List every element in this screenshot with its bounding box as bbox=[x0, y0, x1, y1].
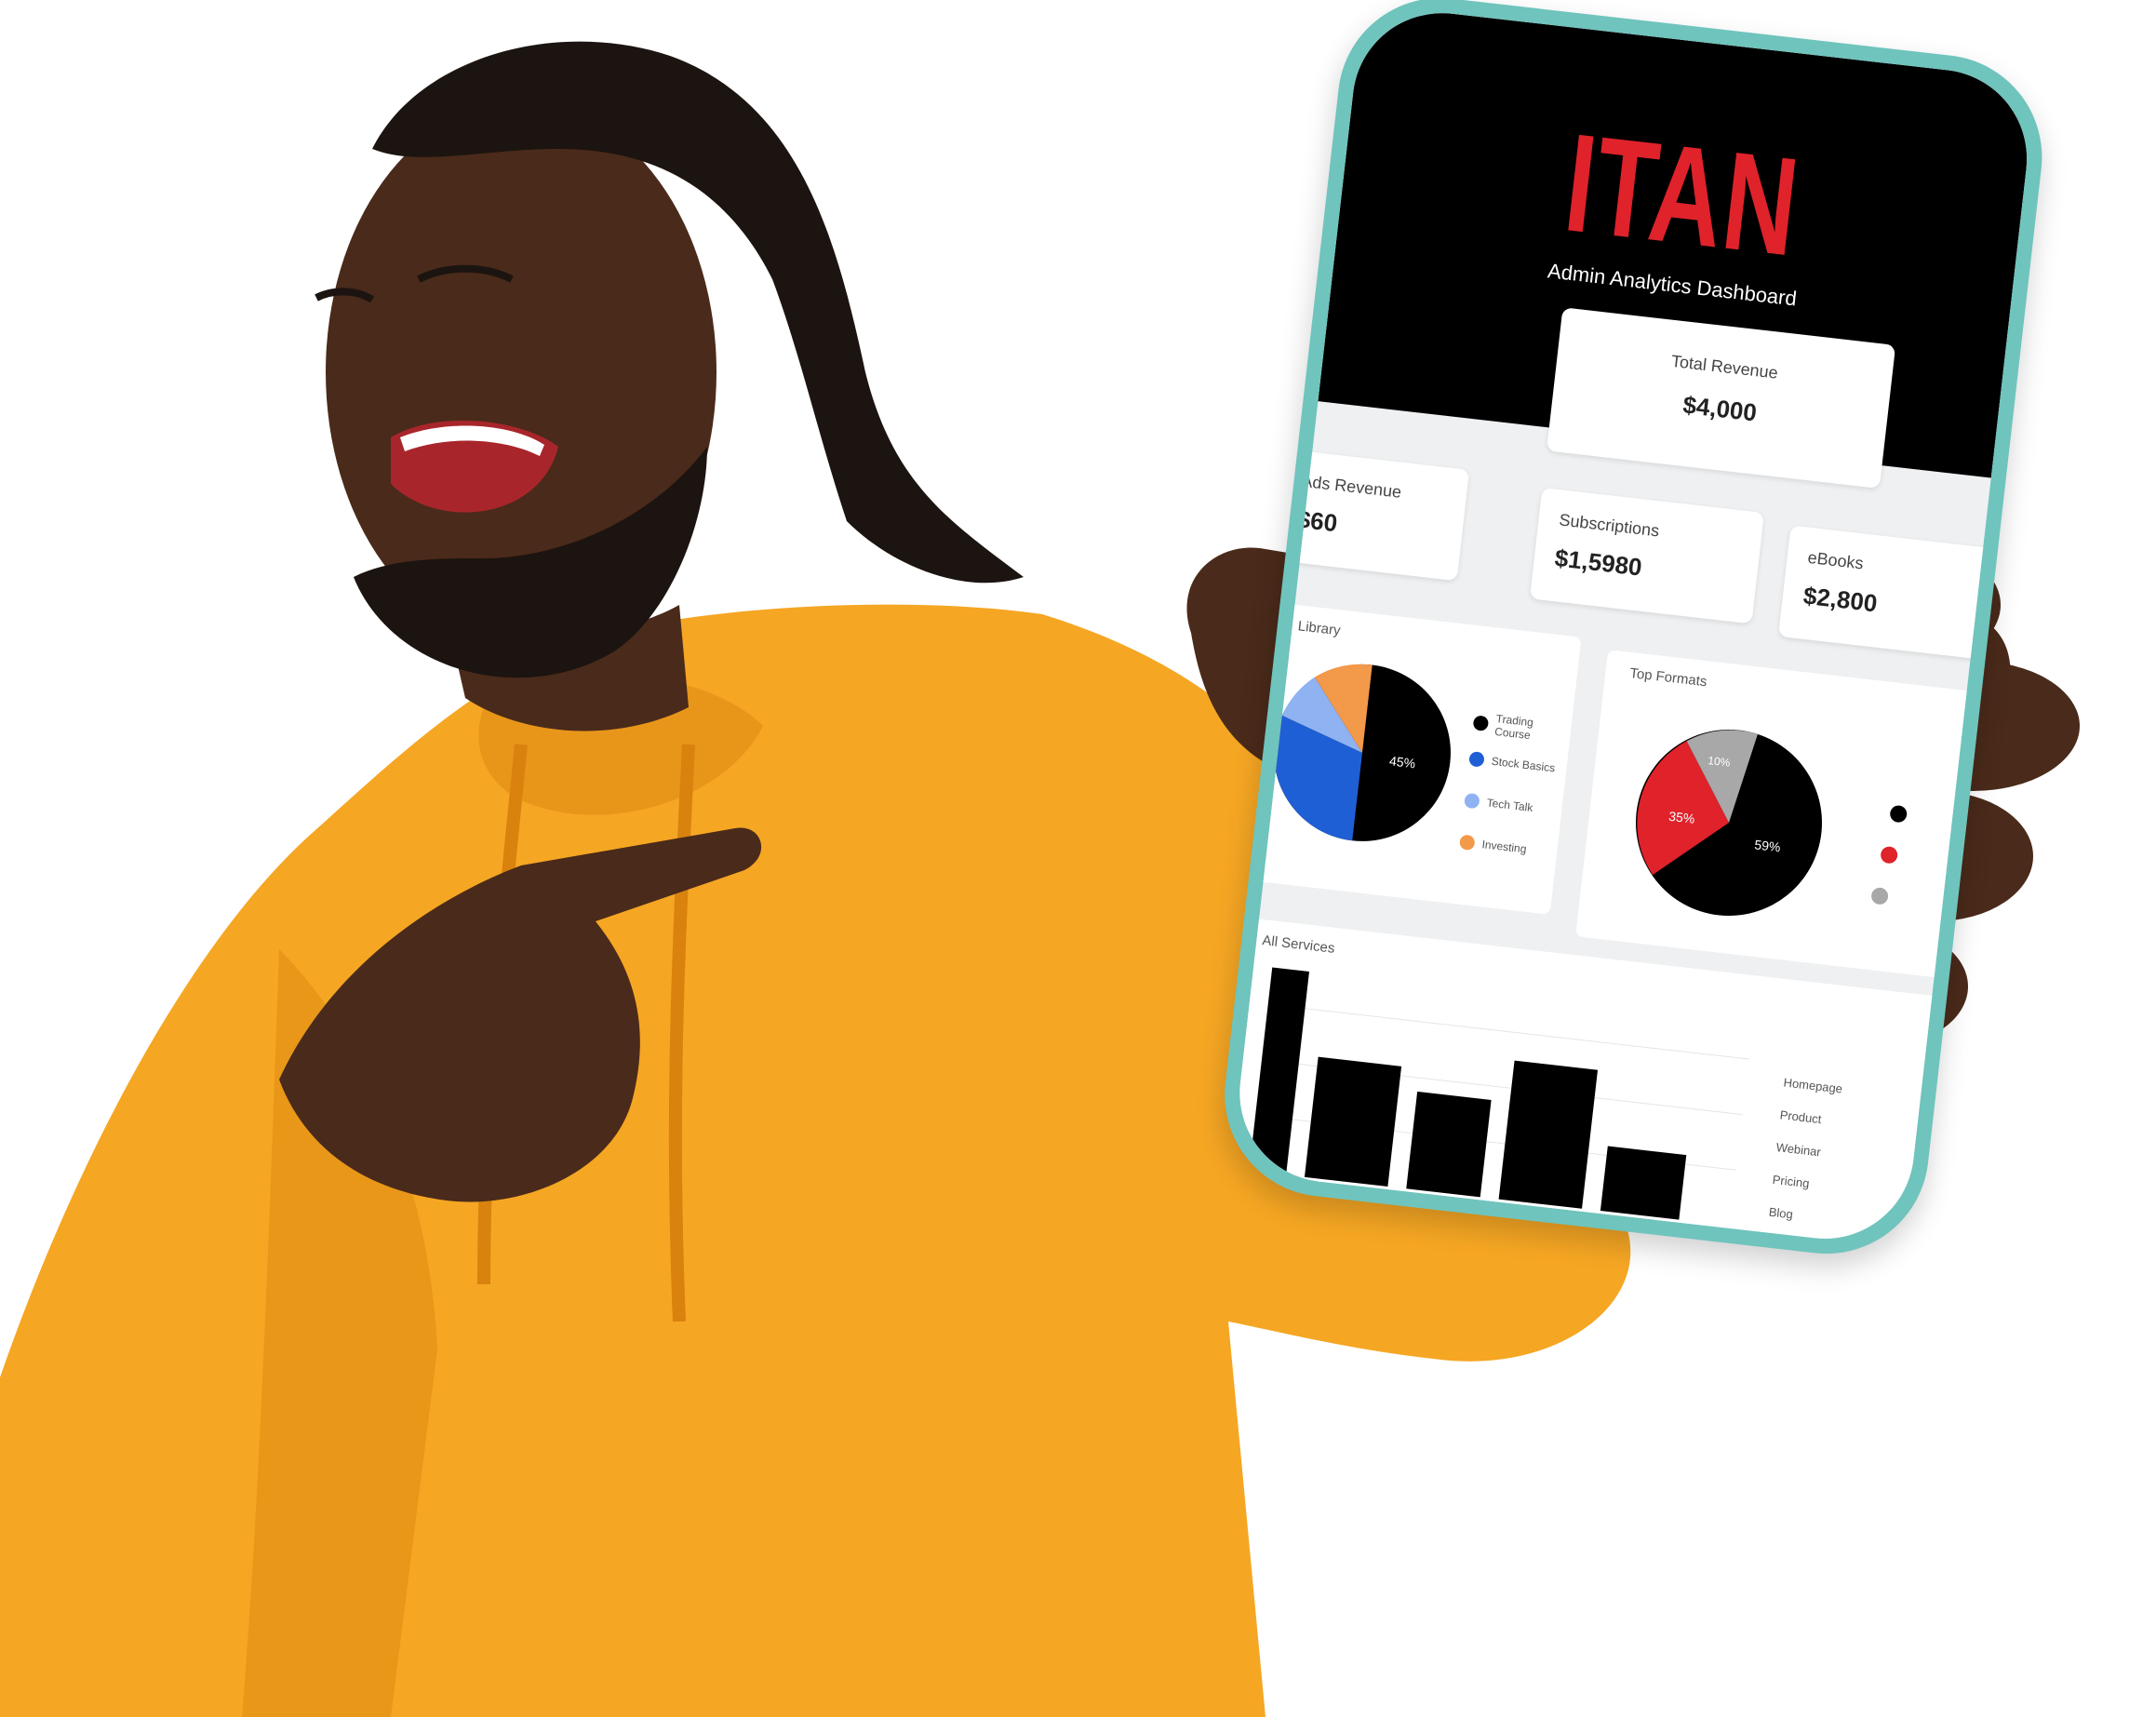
library-pie-panel: Library 45% Trading Course Stock Basics bbox=[1244, 602, 1582, 915]
bar bbox=[1406, 1091, 1492, 1198]
legend-swatch bbox=[1881, 846, 1898, 864]
photo-scene: ITAN Admin Analytics Dashboard Total Rev… bbox=[0, 0, 2156, 1717]
bar bbox=[1600, 1146, 1687, 1220]
card-label: Subscriptions bbox=[1558, 510, 1661, 541]
card-label: eBooks bbox=[1806, 547, 1865, 573]
pie-slice-label: 35% bbox=[1668, 809, 1696, 826]
card-value: $2,800 bbox=[1801, 581, 1879, 618]
formats-pie-chart: 35% 59% 10% bbox=[1636, 730, 1908, 917]
gridline bbox=[1267, 1003, 1749, 1060]
legend-swatch bbox=[1458, 834, 1476, 852]
legend-swatch bbox=[1890, 805, 1908, 823]
legend-swatch bbox=[1472, 715, 1490, 731]
legend-swatch bbox=[1468, 751, 1485, 768]
side-label: Homepage bbox=[1783, 1076, 1843, 1096]
card-value: $1,5980 bbox=[1553, 543, 1644, 582]
side-label: Product bbox=[1779, 1107, 1823, 1126]
bar bbox=[1304, 1056, 1402, 1187]
subscriptions-card[interactable]: Subscriptions $1,5980 bbox=[1529, 487, 1764, 624]
pie-slice-label: 45% bbox=[1388, 753, 1416, 771]
side-label: Blog bbox=[1768, 1205, 1794, 1222]
ebooks-card[interactable]: eBooks $2,800 bbox=[1778, 525, 1995, 660]
side-label: Webinar bbox=[1775, 1140, 1822, 1159]
bar bbox=[1249, 967, 1309, 1175]
pie-slice-label: 10% bbox=[1707, 754, 1732, 770]
pie-slice-label: 59% bbox=[1754, 837, 1782, 854]
bar bbox=[1498, 1060, 1599, 1209]
phone-screen: ITAN Admin Analytics Dashboard Total Rev… bbox=[1230, 3, 2037, 1249]
phone-device: ITAN Admin Analytics Dashboard Total Rev… bbox=[1213, 0, 2054, 1265]
card-value: $60 bbox=[1295, 504, 1339, 538]
card-label: Ads Revenue bbox=[1300, 471, 1403, 502]
legend-swatch bbox=[1464, 792, 1480, 810]
formats-pie-panel: Top Formats 35% 59% 10% bbox=[1575, 650, 1997, 981]
ads-revenue-card[interactable]: Ads Revenue $60 bbox=[1271, 449, 1470, 582]
legend-swatch bbox=[1871, 887, 1889, 905]
side-label: Pricing bbox=[1772, 1173, 1810, 1190]
